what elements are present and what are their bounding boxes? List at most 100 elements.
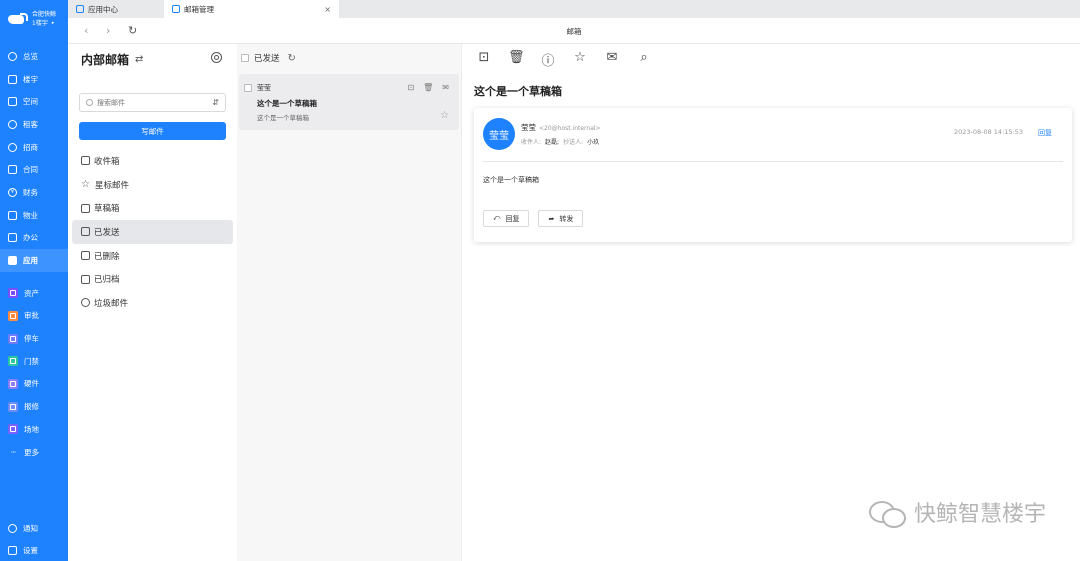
folder-drafts[interactable]: 草稿箱 (72, 196, 233, 220)
assets-icon (8, 288, 18, 299)
repair-icon (8, 401, 18, 412)
list-header: 已发送 ↻ (241, 52, 296, 64)
main-sidebar: 合肥快鲸 1楼宇 ▸ 总览 楼宇 空间 租客 招商 合同 ¥ 财务 物业 办公 应… (0, 0, 68, 561)
inbox-icon (81, 156, 90, 166)
nav-item-finance[interactable]: ¥ 财务 (0, 181, 68, 204)
forward-icon: ➦ (548, 214, 555, 223)
mail-subject: 这个是一个草稿箱 (474, 85, 562, 98)
app-item-assets[interactable]: 资产 (0, 282, 68, 305)
watermark: 快鲸智慧楼宇 (868, 496, 1046, 528)
nav-item-contract[interactable]: 合同 (0, 158, 68, 181)
reply-link[interactable]: 回复 (1038, 128, 1052, 138)
mail-icon[interactable]: ✉ (442, 83, 449, 92)
nav-item-investment[interactable]: 招商 (0, 136, 68, 159)
building-selector: 1楼宇 (32, 20, 48, 27)
divider (483, 161, 1063, 162)
select-all-checkbox[interactable] (241, 54, 249, 62)
overview-icon (8, 51, 17, 61)
app-item-repair[interactable]: 报修 (0, 395, 68, 418)
tab-bar: 应用中心 邮箱管理 × (68, 0, 1080, 18)
tenant-icon (8, 119, 17, 129)
folder-inbox[interactable]: 收件箱 (72, 149, 233, 173)
spam-icon (81, 298, 90, 308)
watermark-text: 快鲸智慧楼宇 (913, 502, 1046, 527)
folder-archived[interactable]: 已归档 (72, 267, 233, 291)
nav-item-notifications[interactable]: 通知 (0, 517, 68, 539)
settings-icon (8, 545, 17, 555)
refresh-icon[interactable]: ↻ (288, 53, 296, 64)
message-sender: 莹莹 (257, 84, 271, 92)
folder-list: 收件箱 ☆ 星标邮件 草稿箱 已发送 已删除 已归档 垃圾邮件 (72, 149, 233, 315)
access-control-icon (8, 356, 18, 367)
gear-icon[interactable] (211, 52, 222, 63)
mail-date: 2023-08-08 14:15:53 (953, 128, 1023, 136)
office-icon (8, 233, 17, 243)
contract-icon (8, 165, 17, 175)
nav-item-space[interactable]: 空间 (0, 90, 68, 113)
property-icon (8, 210, 17, 220)
message-checkbox[interactable] (244, 84, 252, 92)
app-item-hardware[interactable]: 硬件 (0, 373, 68, 396)
mail-from: 莹莹 <20@host.internal> (521, 122, 601, 133)
brand[interactable]: 合肥快鲸 1楼宇 ▸ (0, 0, 68, 38)
mail-actions: ⤺ 回复 ➦ 转发 (483, 210, 584, 227)
star-icon[interactable]: ☆ (440, 110, 449, 121)
nav-item-property[interactable]: 物业 (0, 204, 68, 227)
mailbox-title[interactable]: 内部邮箱 ⇄ (81, 51, 143, 68)
trash-icon[interactable]: 🗑 (508, 50, 525, 69)
forward-button[interactable]: ➦ 转发 (538, 210, 584, 227)
apps-icon (8, 256, 17, 266)
tab-app-center[interactable]: 应用中心 (68, 0, 164, 18)
nav-item-tenant[interactable]: 租客 (0, 113, 68, 136)
archive-icon[interactable]: ⊡ (407, 83, 414, 92)
filter-icon[interactable]: ⇵ (212, 98, 219, 107)
tab-mail-management[interactable]: 邮箱管理 × (164, 0, 339, 18)
app-item-more[interactable]: ··· 更多 (0, 441, 68, 464)
nav-item-settings[interactable]: 设置 (0, 539, 68, 561)
switch-icon[interactable]: ⇄ (135, 54, 143, 65)
nav-item-office[interactable]: 办公 (0, 227, 68, 250)
archive-icon[interactable]: ⊡ (476, 50, 492, 69)
trash-icon[interactable]: 🗑 (423, 83, 433, 92)
close-icon[interactable]: × (324, 5, 331, 14)
message-list: 已发送 ↻ 莹莹 这个是一个草稿箱 这个是一个草稿箱 ⊡ 🗑 ✉ ☆ (237, 44, 461, 561)
folder-spam[interactable]: 垃圾邮件 (72, 291, 233, 315)
folder-deleted[interactable]: 已删除 (72, 244, 233, 268)
sent-icon (81, 227, 90, 237)
info-icon[interactable]: ⓘ (540, 50, 556, 69)
search-box[interactable]: ⇵ (79, 93, 226, 112)
mark-unread-icon[interactable]: ✉ (604, 50, 620, 69)
app-shortcuts: 资产 审批 停车 门禁 硬件 报修 场地 ··· 更多 (0, 282, 68, 464)
search-input[interactable] (97, 98, 197, 107)
whale-logo-icon (8, 13, 28, 25)
app-item-access[interactable]: 门禁 (0, 350, 68, 373)
nav-item-building[interactable]: 楼宇 (0, 68, 68, 91)
reply-button[interactable]: ⤺ 回复 (483, 210, 530, 227)
nav-item-apps[interactable]: 应用 (0, 249, 68, 272)
mail-folder-panel: 内部邮箱 ⇄ ⇵ 写邮件 收件箱 ☆星标邮件 草稿箱 已发送 已删除 已归档 垃… (68, 44, 237, 561)
compose-button[interactable]: 写邮件 (79, 122, 226, 140)
avatar: 莹莹 (483, 118, 515, 150)
page-title: 邮箱 (566, 27, 582, 36)
archive-icon (81, 274, 90, 284)
mail-management-icon (172, 5, 180, 13)
nav-item-overview[interactable]: 总览 (0, 45, 68, 68)
search-icon[interactable]: ⌕ (636, 50, 652, 69)
star-icon[interactable]: ☆ (572, 50, 588, 69)
hardware-icon (8, 378, 18, 389)
app-item-parking[interactable]: 停车 (0, 327, 68, 350)
app-center-icon (76, 5, 84, 13)
app-item-venue[interactable]: 场地 (0, 418, 68, 441)
caret-right-icon: ▸ (51, 20, 55, 26)
folder-sent[interactable]: 已发送 (72, 220, 233, 244)
message-item[interactable]: 莹莹 这个是一个草稿箱 这个是一个草稿箱 ⊡ 🗑 ✉ ☆ (239, 74, 459, 130)
reader-pane: ⊡ 🗑 ⓘ ☆ ✉ ⌕ 这个是一个草稿箱 莹莹 莹莹 <20@host.inte… (461, 44, 1080, 561)
draft-icon (81, 203, 90, 213)
app-root: 合肥快鲸 1楼宇 ▸ 总览 楼宇 空间 租客 招商 合同 ¥ 财务 物业 办公 应… (0, 0, 1080, 561)
app-item-approval[interactable]: 审批 (0, 305, 68, 328)
folder-starred[interactable]: ☆ 星标邮件 (72, 173, 233, 197)
message-subject: 这个是一个草稿箱 (257, 99, 317, 108)
wechat-logo-icon (868, 498, 907, 528)
reader-toolbar: ⊡ 🗑 ⓘ ☆ ✉ ⌕ (476, 50, 652, 69)
venue-icon (8, 424, 18, 435)
